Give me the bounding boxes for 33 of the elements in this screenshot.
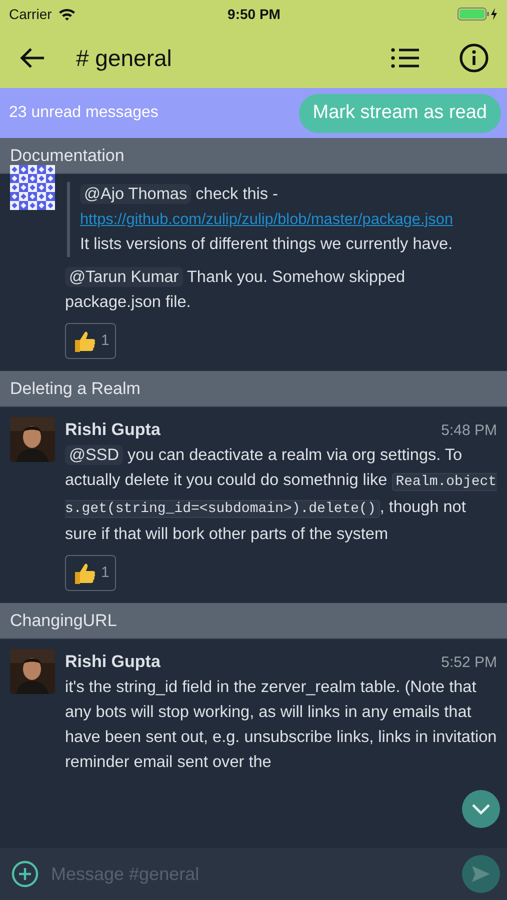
user-mention[interactable]: @Tarun Kumar xyxy=(65,267,183,287)
topic-header[interactable]: ChangingURL xyxy=(0,603,507,639)
reaction-button[interactable]: 1 xyxy=(65,555,116,591)
message-time: 5:48 PM xyxy=(441,421,497,441)
info-icon[interactable] xyxy=(459,43,489,73)
message-text: @SSD you can deactivate a realm via org settings. To actually delete it you could do somethnig like Realm.objects.get(string_id=<subdomain>).delete() , though not sure if that will bork other parts of the system xyxy=(65,444,497,545)
link[interactable]: https://github.com/zulip/zulip/blob/master/package.json xyxy=(80,211,453,228)
thumbs-up-icon xyxy=(72,329,96,353)
list-icon[interactable] xyxy=(391,47,419,69)
topic-header[interactable]: Documentation xyxy=(0,138,507,174)
user-mention[interactable]: @Ajo Thomas xyxy=(80,184,192,204)
reaction-button[interactable]: 1 xyxy=(65,323,116,359)
scroll-down-button[interactable] xyxy=(462,790,500,828)
stream-title: # general xyxy=(76,44,173,72)
send-icon xyxy=(471,865,491,883)
message-time: 5:52 PM xyxy=(441,653,497,673)
back-icon[interactable] xyxy=(20,46,46,70)
clock-time: 9:50 PM xyxy=(228,6,280,22)
user-mention[interactable]: @SSD xyxy=(65,445,124,465)
sender-name: Rishi Gupta xyxy=(65,651,160,673)
thumbs-up-icon xyxy=(72,561,96,585)
unread-count: 23 unread messages xyxy=(9,104,160,122)
wifi-icon xyxy=(58,7,76,21)
add-icon[interactable] xyxy=(11,860,39,888)
message-text: it's the string_id field in the zerver_realm table. (Note that any bots will stop working, as will links in any emails that have been sent out, e.g. unsubscribe links, links in invitation reminder email sent over the xyxy=(65,677,497,773)
topic-header[interactable]: Deleting a Realm xyxy=(0,371,507,407)
chevron-down-icon xyxy=(471,803,491,815)
carrier-name: Carrier xyxy=(9,6,52,22)
message-text: It lists versions of different things we currently have. xyxy=(80,234,454,255)
sender-name: Rishi Gupta xyxy=(65,419,160,441)
message-text: @Tarun Kumar Thank you. Somehow skipped package.json file. xyxy=(65,266,406,313)
message-text: @Ajo Thomas check this - https://github.com/zulip/zulip/blob/master/package.json xyxy=(80,183,454,230)
identicon-icon xyxy=(10,165,55,210)
